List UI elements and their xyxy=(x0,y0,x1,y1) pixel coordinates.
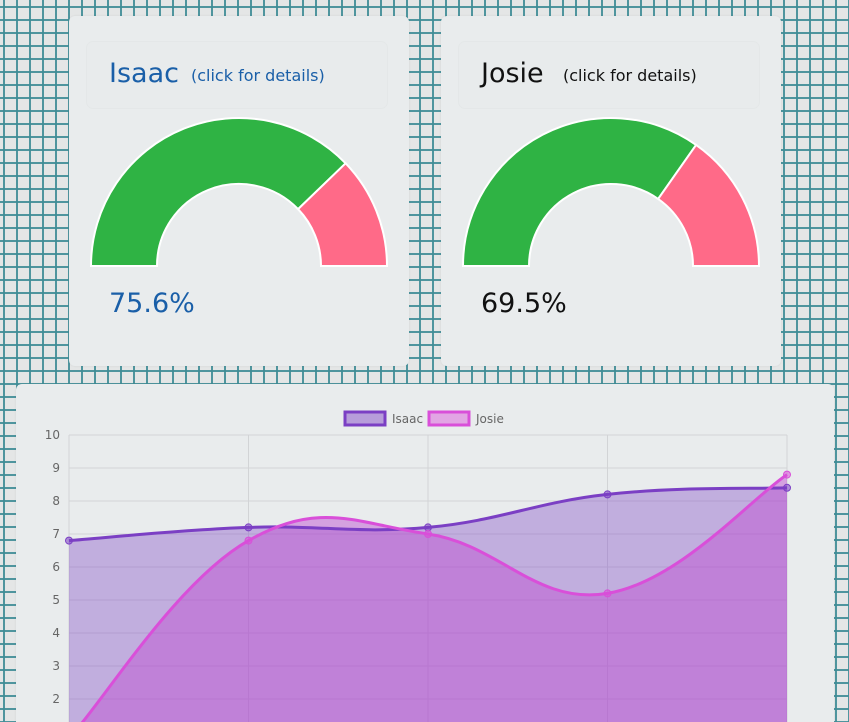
y-tick-label: 8 xyxy=(52,494,60,508)
data-point-josie[interactable] xyxy=(424,530,432,538)
legend-label-isaac[interactable]: Isaac xyxy=(392,412,423,426)
line-chart: 2 3 4 5 6 7 8 9 10 Isaac Josie xyxy=(45,410,791,722)
y-tick-label: 10 xyxy=(45,428,60,442)
y-tick-label: 6 xyxy=(52,560,60,574)
josie-gauge-value-arc xyxy=(461,116,698,267)
data-point-isaac[interactable] xyxy=(783,483,791,492)
data-point-isaac[interactable] xyxy=(424,523,432,532)
y-tick-label: 2 xyxy=(52,692,60,706)
y-tick-label: 5 xyxy=(52,593,60,607)
y-tick-label: 9 xyxy=(52,461,60,475)
line-chart-card: 2 3 4 5 6 7 8 9 10 Isaac Josie xyxy=(16,384,834,722)
data-point-josie[interactable] xyxy=(244,536,253,545)
data-point-josie[interactable] xyxy=(603,589,612,598)
legend-swatch-josie[interactable] xyxy=(427,410,471,427)
legend-swatch-isaac[interactable] xyxy=(343,410,387,427)
data-point-isaac[interactable] xyxy=(244,523,253,532)
data-point-josie[interactable] xyxy=(783,470,791,479)
y-tick-label: 4 xyxy=(52,626,60,640)
isaac-card: Isaac (click for details) 75.6% xyxy=(69,16,409,366)
josie-percent: 69.5% xyxy=(481,288,567,319)
isaac-gauge-value-arc xyxy=(89,117,348,267)
y-tick-label: 7 xyxy=(52,527,60,541)
data-point-isaac[interactable] xyxy=(65,536,73,545)
y-tick-label: 3 xyxy=(52,659,60,673)
josie-card: Josie (click for details) 69.5% xyxy=(441,16,781,366)
legend-label-josie[interactable]: Josie xyxy=(475,412,504,426)
isaac-percent: 75.6% xyxy=(109,288,195,319)
data-point-isaac[interactable] xyxy=(603,490,612,499)
